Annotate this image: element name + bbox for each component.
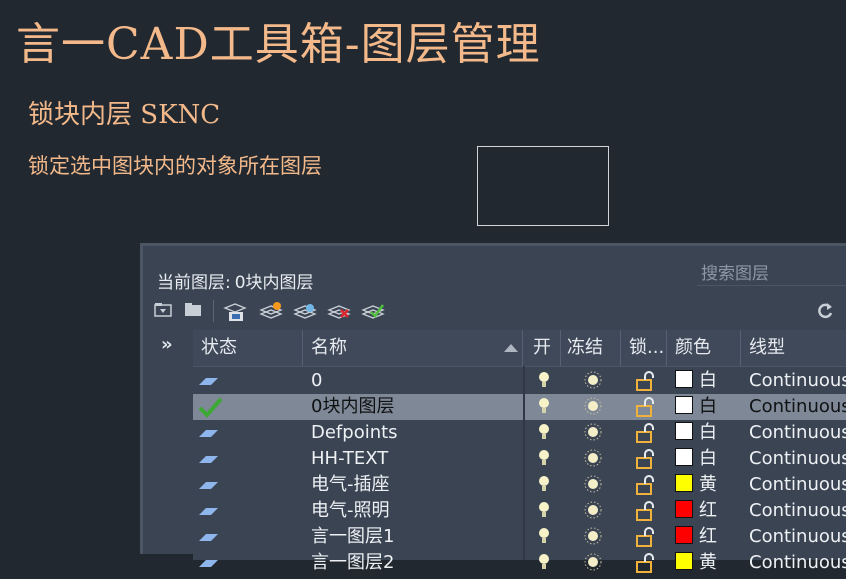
- color-swatch: [675, 474, 693, 492]
- layer-color[interactable]: 白: [675, 446, 741, 472]
- layer-linetype[interactable]: Continuous: [749, 368, 846, 394]
- layer-status-icon[interactable]: [197, 448, 237, 474]
- layer-color[interactable]: 黄: [675, 472, 741, 498]
- column-freeze[interactable]: 冻结: [559, 330, 621, 366]
- column-status[interactable]: 状态: [193, 330, 303, 366]
- column-on[interactable]: 开: [525, 330, 561, 366]
- page-title: 言一CAD工具箱-图层管理: [16, 19, 541, 70]
- new-layer-icon[interactable]: [259, 300, 283, 322]
- color-name: 白: [699, 422, 717, 443]
- color-swatch: [675, 526, 693, 544]
- expand-filter-tree-button[interactable]: »: [161, 334, 173, 355]
- table-row[interactable]: Defpoints 白 Continuous: [193, 420, 846, 446]
- layer-status-icon[interactable]: [197, 500, 237, 526]
- current-layer-indicator: 当前图层: 0块内图层: [157, 268, 314, 293]
- set-current-icon[interactable]: [361, 300, 385, 322]
- current-layer-value: 0块内图层: [234, 273, 314, 293]
- layer-name[interactable]: HH-TEXT: [311, 446, 521, 472]
- color-swatch: [675, 500, 693, 518]
- color-name: 白: [699, 448, 717, 469]
- search-layer-input[interactable]: 搜索图层: [697, 262, 846, 286]
- table-header: 状态 名称 开 冻结 锁... 颜色 线型: [193, 330, 846, 367]
- delete-layer-icon[interactable]: [327, 300, 351, 322]
- layer-color[interactable]: 白: [675, 420, 741, 446]
- layer-name[interactable]: 电气-照明: [311, 498, 521, 524]
- column-linetype[interactable]: 线型: [741, 330, 846, 366]
- layer-states-manager-icon[interactable]: [223, 300, 247, 322]
- new-layer-vp-frozen-icon[interactable]: [293, 300, 317, 322]
- table-row[interactable]: HH-TEXT 白 Continuous: [193, 446, 846, 472]
- color-swatch: [675, 396, 693, 414]
- column-lock[interactable]: 锁...: [621, 330, 667, 366]
- column-color[interactable]: 颜色: [667, 330, 741, 366]
- table-row[interactable]: 0 白 Continuous: [193, 368, 846, 394]
- layer-color[interactable]: 红: [675, 524, 741, 550]
- color-swatch: [675, 370, 693, 388]
- layer-name[interactable]: Defpoints: [311, 420, 521, 446]
- lightbulb-on-icon[interactable]: [537, 553, 557, 579]
- color-name: 红: [699, 500, 717, 521]
- layer-color[interactable]: 红: [675, 498, 741, 524]
- current-layer-label: 当前图层:: [157, 273, 231, 293]
- command-description: 锁定选中图块内的对象所在图层: [28, 154, 322, 178]
- color-name: 红: [699, 526, 717, 547]
- layer-properties-panel: 当前图层: 0块内图层 搜索图层 » 状态 名称 开 冻结 锁... 颜色 线型…: [140, 243, 846, 573]
- current-layer-check-icon[interactable]: [197, 396, 237, 422]
- layer-name[interactable]: 0块内图层: [311, 394, 521, 420]
- color-name: 黄: [699, 474, 717, 495]
- layer-linetype[interactable]: Continuous: [749, 394, 846, 420]
- layer-linetype[interactable]: Continuous: [749, 498, 846, 524]
- table-row[interactable]: 电气-插座 黄 Continuous: [193, 472, 846, 498]
- layer-linetype[interactable]: Continuous: [749, 524, 846, 550]
- sort-ascending-icon: [504, 344, 518, 352]
- layer-status-icon[interactable]: [197, 552, 237, 578]
- layer-color[interactable]: 白: [675, 394, 741, 420]
- layer-name[interactable]: 言一图层1: [311, 524, 521, 550]
- column-name-label: 名称: [311, 337, 347, 358]
- new-group-filter-icon[interactable]: [183, 300, 207, 322]
- command-subtitle: 锁块内层 SKNC: [28, 100, 221, 130]
- layer-linetype[interactable]: Continuous: [749, 472, 846, 498]
- color-name: 白: [699, 396, 717, 417]
- layer-status-icon[interactable]: [197, 526, 237, 552]
- new-layer-filter-icon[interactable]: [153, 300, 177, 322]
- unlocked-padlock-icon[interactable]: [635, 553, 661, 579]
- refresh-icon[interactable]: [815, 301, 837, 323]
- table-row[interactable]: 0块内图层 白 Continuous: [193, 394, 846, 420]
- sun-thawed-icon[interactable]: [583, 553, 607, 579]
- layer-status-icon[interactable]: [197, 422, 237, 448]
- layer-status-icon[interactable]: [197, 474, 237, 500]
- color-swatch: [675, 422, 693, 440]
- layer-status-icon[interactable]: [197, 370, 237, 396]
- color-swatch: [675, 448, 693, 466]
- color-name: 白: [699, 370, 717, 391]
- layer-name[interactable]: 0: [311, 368, 521, 394]
- layer-linetype[interactable]: Continuous: [749, 446, 846, 472]
- column-name[interactable]: 名称: [303, 330, 523, 366]
- table-row[interactable]: 电气-照明 红 Continuous: [193, 498, 846, 524]
- layer-name[interactable]: 电气-插座: [311, 472, 521, 498]
- layer-color[interactable]: 白: [675, 368, 741, 394]
- table-row[interactable]: 言一图层1 红 Continuous: [193, 524, 846, 550]
- layer-linetype[interactable]: Continuous: [749, 420, 846, 446]
- layer-table: 状态 名称 开 冻结 锁... 颜色 线型 0 白 Continuous 0块内图层白…: [193, 330, 846, 573]
- color-name: 黄: [699, 552, 717, 573]
- block-outline: [477, 146, 609, 226]
- color-swatch: [675, 552, 693, 570]
